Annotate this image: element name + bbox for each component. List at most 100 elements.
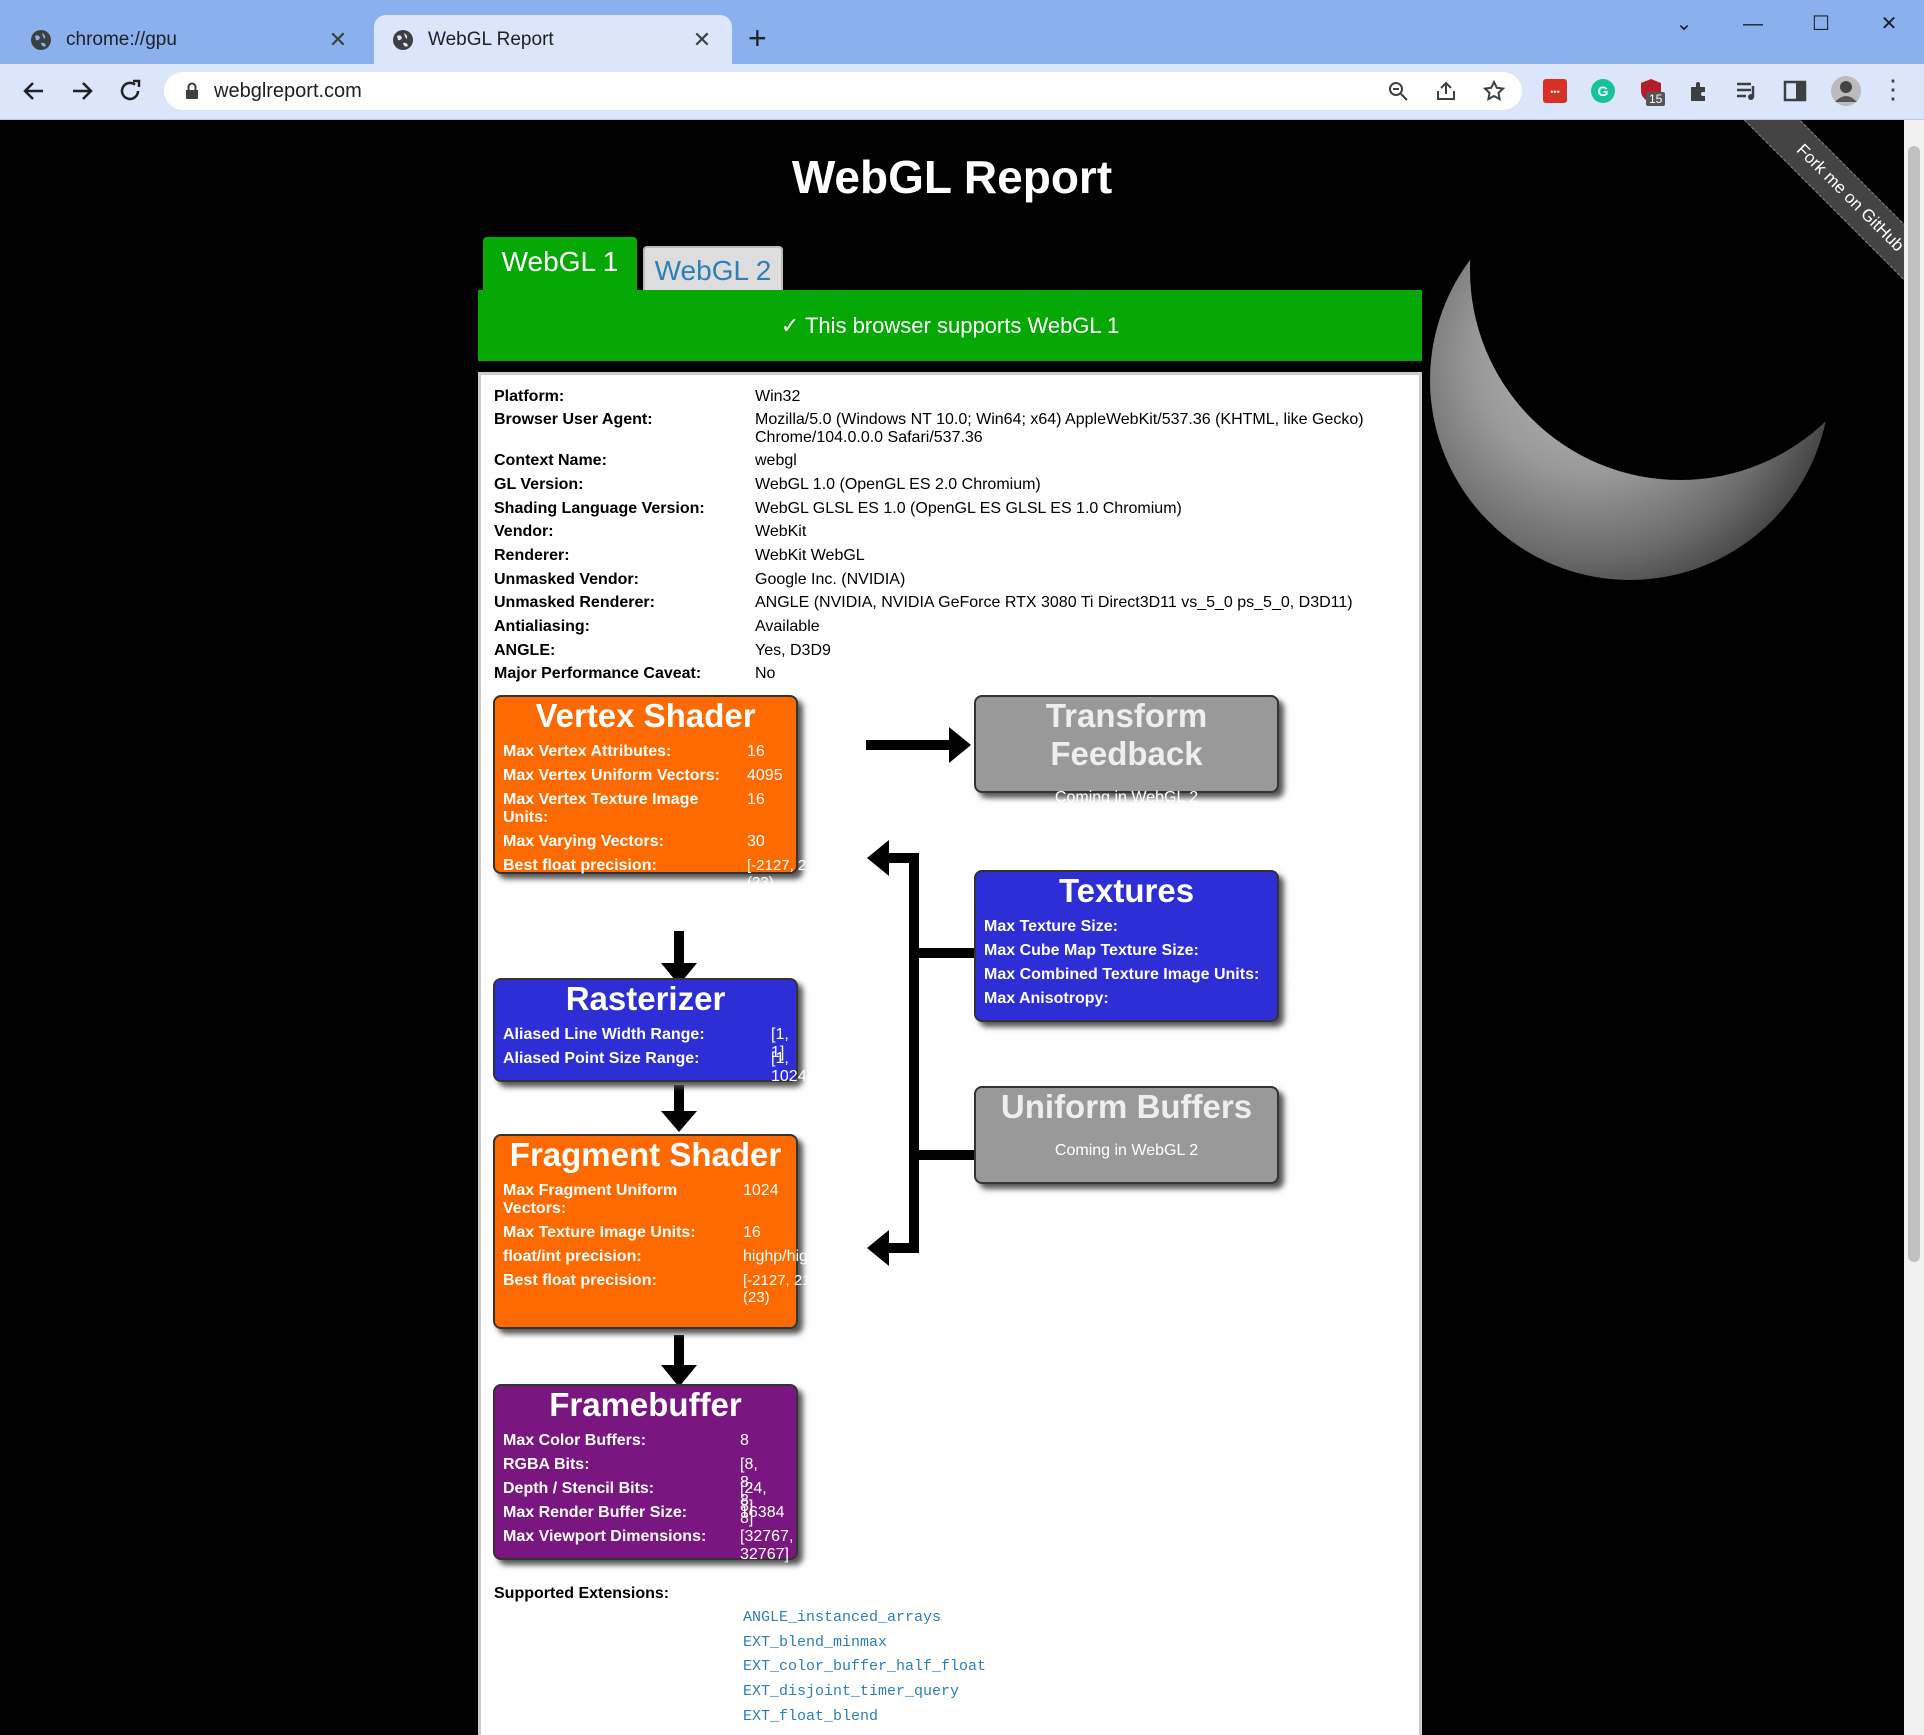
framebuffer-box: Framebuffer Max Color Buffers: 8 RGBA Bit…	[493, 1384, 798, 1563]
tab-strip: chrome://gpu ✕ WebGL Report ✕ + ⌄ — ☐ ✕	[0, 0, 1924, 64]
toolbar: webglreport.com ••• G 15 ⋮	[0, 64, 1924, 120]
row-key: Aliased Line Width Range:	[503, 1026, 705, 1043]
vertex-shader-box: Vertex Shader Max Vertex Attributes: 16 M…	[493, 695, 835, 891]
box-title: Framebuffer	[549, 1386, 742, 1423]
close-tab-icon[interactable]: ✕	[326, 27, 350, 53]
tab-webgl1[interactable]: WebGL 1	[483, 237, 637, 292]
scrollbar-thumb[interactable]	[1908, 146, 1920, 1262]
row-key: Max Combined Texture Image Units:	[984, 966, 1260, 983]
close-window-icon[interactable]: ✕	[1869, 8, 1909, 40]
box-row: Max Cube Map Texture Size: 16384	[984, 942, 1332, 960]
extension-link[interactable]: EXT_float_blend	[743, 1708, 878, 1725]
box-title: Textures	[1058, 872, 1195, 909]
forward-icon[interactable]	[65, 74, 99, 108]
row-key: Aliased Point Size Range:	[503, 1050, 700, 1067]
box-row: Max Texture Image Units: 16	[503, 1224, 761, 1242]
row-key: Max Viewport Dimensions:	[503, 1528, 707, 1545]
lock-icon[interactable]	[180, 79, 204, 103]
close-tab-icon[interactable]: ✕	[690, 27, 714, 53]
row-key: Best float precision:	[503, 857, 657, 874]
box-title: Fragment Shader	[509, 1136, 782, 1173]
grammarly-icon[interactable]: G	[1590, 78, 1616, 104]
row-key: Depth / Stencil Bits:	[503, 1480, 655, 1497]
box-row: RGBA Bits: [8, 8, 8, 8]	[503, 1456, 758, 1527]
row-value: 32	[1287, 966, 1305, 983]
vertical-scrollbar[interactable]	[1904, 120, 1924, 1735]
ublock-icon[interactable]: 15	[1638, 78, 1666, 106]
share-icon[interactable]	[1434, 79, 1458, 103]
svg-text:•••: •••	[1550, 87, 1559, 97]
side-panel-icon[interactable]	[1782, 78, 1808, 104]
tab-title: WebGL Report	[428, 28, 554, 50]
box-title: Transform Feedback	[1045, 697, 1208, 772]
row-value: 16	[1287, 990, 1305, 1007]
row-key: Best float precision:	[503, 1272, 657, 1289]
fragment-shader-box: Fragment Shader Max Fragment Uniform Vec…	[493, 1134, 831, 1329]
box-title: Uniform Buffers	[1000, 1088, 1253, 1125]
globe-icon	[31, 29, 51, 50]
address-bar[interactable]: webglreport.com	[164, 72, 1522, 110]
row-key: Max Texture Image Units:	[503, 1224, 696, 1241]
row-value: 8	[740, 1432, 749, 1449]
tab-search-icon[interactable]: ⌄	[1664, 8, 1704, 40]
media-control-icon[interactable]	[1734, 78, 1760, 104]
box-row: Best float precision: [-2127, 2127] (23)	[503, 1272, 831, 1306]
row-key: RGBA Bits:	[503, 1456, 590, 1473]
row-key: Max Texture Size:	[984, 918, 1118, 935]
row-value: [1, 1024]	[771, 1050, 812, 1085]
row-value: 16	[747, 791, 765, 808]
row-key: float/int precision:	[503, 1248, 642, 1265]
uniform-buffers-box: Uniform Buffers Coming in WebGL 2	[974, 1086, 1279, 1184]
extensions-puzzle-icon[interactable]	[1686, 78, 1712, 104]
box-row: Max Viewport Dimensions: [32767, 32767]	[503, 1528, 793, 1563]
row-key: Max Cube Map Texture Size:	[984, 942, 1199, 959]
extension-link[interactable]: EXT_blend_minmax	[743, 1634, 887, 1651]
box-row: Best float precision: [-2127, 2127] (23)	[503, 857, 835, 891]
profile-avatar[interactable]	[1830, 75, 1862, 107]
box-row: Max Vertex Attributes: 16	[503, 743, 765, 761]
extensions-label: Supported Extensions:	[494, 1585, 670, 1602]
zoom-icon[interactable]	[1386, 79, 1410, 103]
tab-chrome-gpu[interactable]: chrome://gpu ✕	[12, 15, 368, 64]
menu-kebab-icon[interactable]: ⋮	[1880, 74, 1906, 105]
rasterizer-box: Rasterizer Aliased Line Width Range: [1, …	[493, 978, 811, 1085]
support-banner: ✓ This browser supports WebGL 1	[478, 290, 1422, 361]
minimize-icon[interactable]: —	[1733, 8, 1773, 40]
box-note: Coming in WebGL 2	[1054, 789, 1199, 806]
tab-title: chrome://gpu	[66, 28, 177, 50]
row-key: Max Anisotropy:	[984, 990, 1109, 1007]
row-value: 16384	[740, 1504, 785, 1521]
box-title: Rasterizer	[565, 980, 726, 1017]
tab-webgl2[interactable]: WebGL 2	[643, 246, 783, 292]
row-value: 16384	[1287, 918, 1332, 935]
box-row: float/int precision: highp/highp	[503, 1248, 826, 1266]
box-row: Max Vertex Texture Image Units: 16	[503, 791, 765, 827]
box-row: Max Fragment Uniform Vectors: 1024	[503, 1182, 779, 1218]
new-tab-button[interactable]: +	[748, 22, 767, 54]
box-row: Max Color Buffers: 8	[503, 1432, 749, 1450]
box-row: Max Vertex Uniform Vectors: 4095	[503, 767, 783, 785]
row-key: Max Color Buffers:	[503, 1432, 647, 1449]
box-title: Vertex Shader	[535, 697, 756, 734]
extension-link[interactable]: ANGLE_instanced_arrays	[743, 1609, 941, 1626]
row-key: Max Vertex Attributes:	[503, 743, 672, 760]
row-value: 16	[747, 743, 765, 760]
row-key: Max Fragment Uniform Vectors:	[503, 1182, 678, 1217]
row-key: Max Vertex Uniform Vectors:	[503, 767, 720, 784]
extension-link[interactable]: EXT_color_buffer_half_float	[743, 1658, 986, 1675]
extension-badge: 15	[1646, 92, 1666, 106]
bookmark-star-icon[interactable]	[1482, 79, 1506, 103]
row-key: Max Render Buffer Size:	[503, 1504, 688, 1521]
box-row: Max Varying Vectors: 30	[503, 833, 765, 851]
box-note: Coming in WebGL 2	[1054, 1142, 1199, 1159]
back-icon[interactable]	[17, 74, 51, 108]
tab-webgl-report[interactable]: WebGL Report ✕	[374, 15, 732, 64]
row-value: [-2127, 2127] (23)	[747, 857, 836, 891]
maximize-icon[interactable]: ☐	[1801, 8, 1841, 40]
row-value: 16	[743, 1224, 761, 1241]
reload-icon[interactable]	[113, 74, 147, 108]
row-key: Max Varying Vectors:	[503, 833, 664, 850]
extension-link[interactable]: EXT_disjoint_timer_query	[743, 1683, 959, 1700]
extension-red-icon[interactable]: •••	[1542, 78, 1568, 104]
report-panel: Platform: Win32 Browser User Agent: Mozill…	[478, 372, 1422, 1735]
